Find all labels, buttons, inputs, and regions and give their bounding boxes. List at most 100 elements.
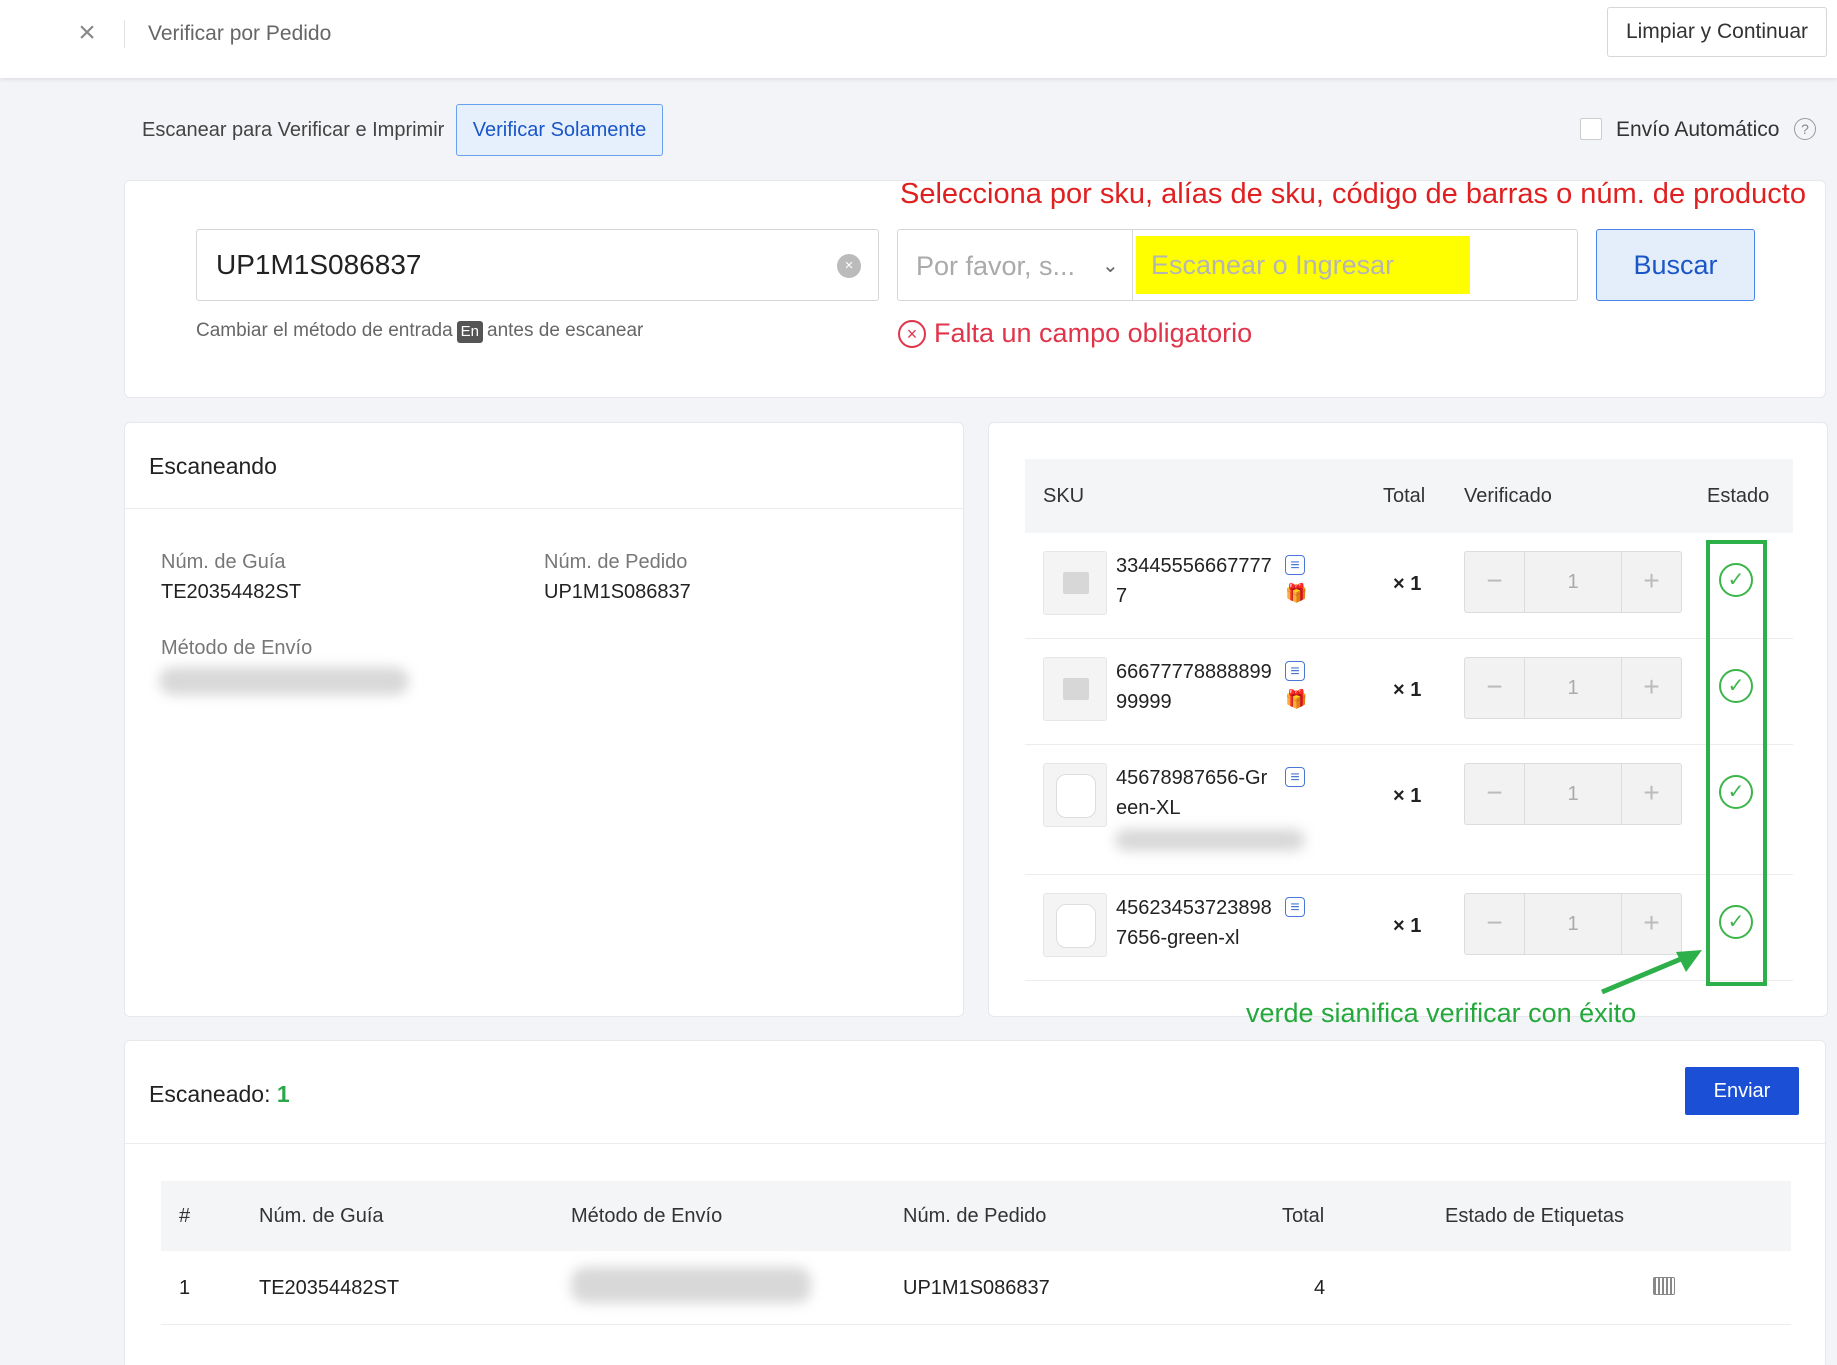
sku-qty: × 1 (1393, 915, 1422, 937)
col-index: # (179, 1205, 191, 1227)
scan-placeholder: Escanear o Ingresar (1151, 250, 1395, 280)
product-image (1043, 893, 1107, 957)
divider (125, 1143, 1825, 1144)
verified-stepper[interactable]: − 1 + (1464, 551, 1682, 613)
clear-continue-button[interactable]: Limpiar y Continuar (1607, 7, 1827, 57)
send-button[interactable]: Enviar (1685, 1067, 1799, 1115)
scanned-count: 1 (276, 1081, 290, 1107)
minus-icon[interactable]: − (1465, 764, 1525, 824)
row-total: 4 (1314, 1277, 1326, 1299)
input-hint: Cambiar el método de entrada En antes de e… (196, 318, 643, 344)
sku-row: 334455566677777 ≡ 🎁 × 1 − 1 + ✓ (1025, 533, 1793, 639)
minus-icon[interactable]: − (1465, 894, 1525, 954)
verified-count: 1 (1567, 783, 1579, 805)
status-highlight-box (1706, 540, 1767, 986)
clear-icon[interactable]: × (837, 254, 861, 278)
sku-code: 45678987656-Green-XL (1116, 767, 1268, 819)
tag-icon: ≡ (1285, 555, 1305, 575)
search-button[interactable]: Buscar (1596, 229, 1755, 301)
verified-stepper[interactable]: − 1 + (1464, 657, 1682, 719)
scan-input[interactable]: Escanear o Ingresar (1133, 229, 1578, 301)
plus-icon[interactable]: + (1621, 764, 1681, 824)
mode-scan-print[interactable]: Escanear para Verificar e Imprimir (142, 116, 444, 144)
tag-icon: ≡ (1285, 661, 1305, 681)
sku-row: 45678987656-Green-XL ≡ × 1 − 1 + ✓ (1025, 745, 1793, 875)
verified-count: 1 (1567, 913, 1579, 935)
close-icon[interactable]: × (72, 18, 102, 48)
earbuds-image (1056, 774, 1096, 818)
annotation-red: Selecciona por sku, alías de sku, código… (900, 178, 1806, 210)
page-title: Verificar por Pedido (148, 22, 332, 45)
earbuds-image (1056, 904, 1096, 948)
sku-code: 456234537238987656-green-xl (1116, 897, 1272, 949)
tag-icon: ≡ (1285, 897, 1305, 917)
product-image (1043, 763, 1107, 827)
scanning-card: Escaneando Núm. de Guía TE20354482ST Núm… (124, 422, 964, 1017)
minus-icon[interactable]: − (1465, 552, 1525, 612)
sku-code: 6667777888889999999 (1116, 661, 1272, 713)
guide-label: Núm. de Guía (161, 551, 286, 573)
error-text: Falta un campo obligatorio (934, 318, 1253, 348)
en-badge: En (456, 321, 484, 343)
order-input[interactable]: UP1M1S086837 × (196, 229, 879, 301)
blurred-text (1115, 829, 1305, 851)
sku-code: 334455566677777 (1116, 555, 1272, 607)
col-total: Total (1383, 485, 1426, 507)
verified-count: 1 (1567, 571, 1579, 593)
plus-icon[interactable]: + (1621, 894, 1681, 954)
scanned-table-header: # Núm. de Guía Método de Envío Núm. de P… (161, 1181, 1791, 1251)
sku-table-header: SKU Total Verificado Estado (1025, 459, 1793, 533)
product-image (1043, 551, 1107, 615)
hint-before: Cambiar el método de entrada (196, 320, 453, 341)
shipping-value-blurred (571, 1267, 811, 1303)
search-type-select[interactable]: Por favor, s... ⌄ (897, 229, 1133, 301)
col-sku: SKU (1043, 485, 1085, 507)
scanned-label: Escaneado: (149, 1081, 271, 1107)
required-error: × Falta un campo obligatorio (898, 316, 1252, 350)
shipping-value-blurred (159, 667, 409, 695)
col-label-status: Estado de Etiquetas (1445, 1205, 1625, 1227)
col-verified: Verificado (1464, 485, 1552, 507)
col-status: Estado (1707, 485, 1770, 507)
col-shipping: Método de Envío (571, 1205, 723, 1227)
verified-stepper[interactable]: − 1 + (1464, 763, 1682, 825)
select-placeholder: Por favor, s... (916, 251, 1076, 281)
gift-icon: 🎁 (1285, 689, 1308, 709)
scanned-title: Escaneado: 1 (149, 1079, 290, 1109)
guide-value: TE20354482ST (161, 581, 302, 603)
sku-row: 6667777888889999999 ≡ 🎁 × 1 − 1 + ✓ (1025, 639, 1793, 745)
plus-icon[interactable]: + (1621, 552, 1681, 612)
row-order: UP1M1S086837 (903, 1277, 1050, 1299)
minus-icon[interactable]: − (1465, 658, 1525, 718)
row-index: 1 (179, 1277, 191, 1299)
tag-icon: ≡ (1285, 767, 1305, 787)
gift-icon: 🎁 (1285, 583, 1308, 603)
col-guide: Núm. de Guía (259, 1205, 384, 1227)
sku-qty: × 1 (1393, 785, 1422, 807)
verify-only-button[interactable]: Verificar Solamente (456, 104, 663, 156)
scanning-header: Escaneando (125, 423, 963, 509)
col-total: Total (1282, 1205, 1325, 1227)
order-label: Núm. de Pedido (544, 551, 688, 573)
shipping-label: Método de Envío (161, 637, 313, 659)
label-barcode-icon[interactable] (1653, 1277, 1675, 1295)
annotation-green: verde sianifica verificar con éxito (1246, 998, 1637, 1028)
image-placeholder-icon (1063, 572, 1089, 594)
divider (124, 20, 125, 48)
hint-after: antes de escanear (487, 320, 644, 341)
chevron-down-icon: ⌄ (1102, 255, 1119, 277)
verified-count: 1 (1567, 677, 1579, 699)
auto-ship-checkbox[interactable] (1580, 118, 1602, 140)
product-image (1043, 657, 1107, 721)
sku-card: SKU Total Verificado Estado 334455566677… (988, 422, 1828, 1017)
order-input-value: UP1M1S086837 (216, 249, 422, 280)
plus-icon[interactable]: + (1621, 658, 1681, 718)
help-icon[interactable]: ? (1794, 118, 1816, 140)
table-row: 1 TE20354482ST UP1M1S086837 4 (161, 1251, 1791, 1325)
auto-ship-label: Envío Automático (1616, 118, 1780, 141)
error-icon: × (898, 320, 926, 348)
sku-qty: × 1 (1393, 679, 1422, 701)
top-bar: × Verificar por Pedido Limpiar y Continu… (0, 0, 1837, 78)
scanned-card: Escaneado: 1 Enviar # Núm. de Guía Métod… (124, 1040, 1826, 1365)
sku-qty: × 1 (1393, 573, 1422, 595)
